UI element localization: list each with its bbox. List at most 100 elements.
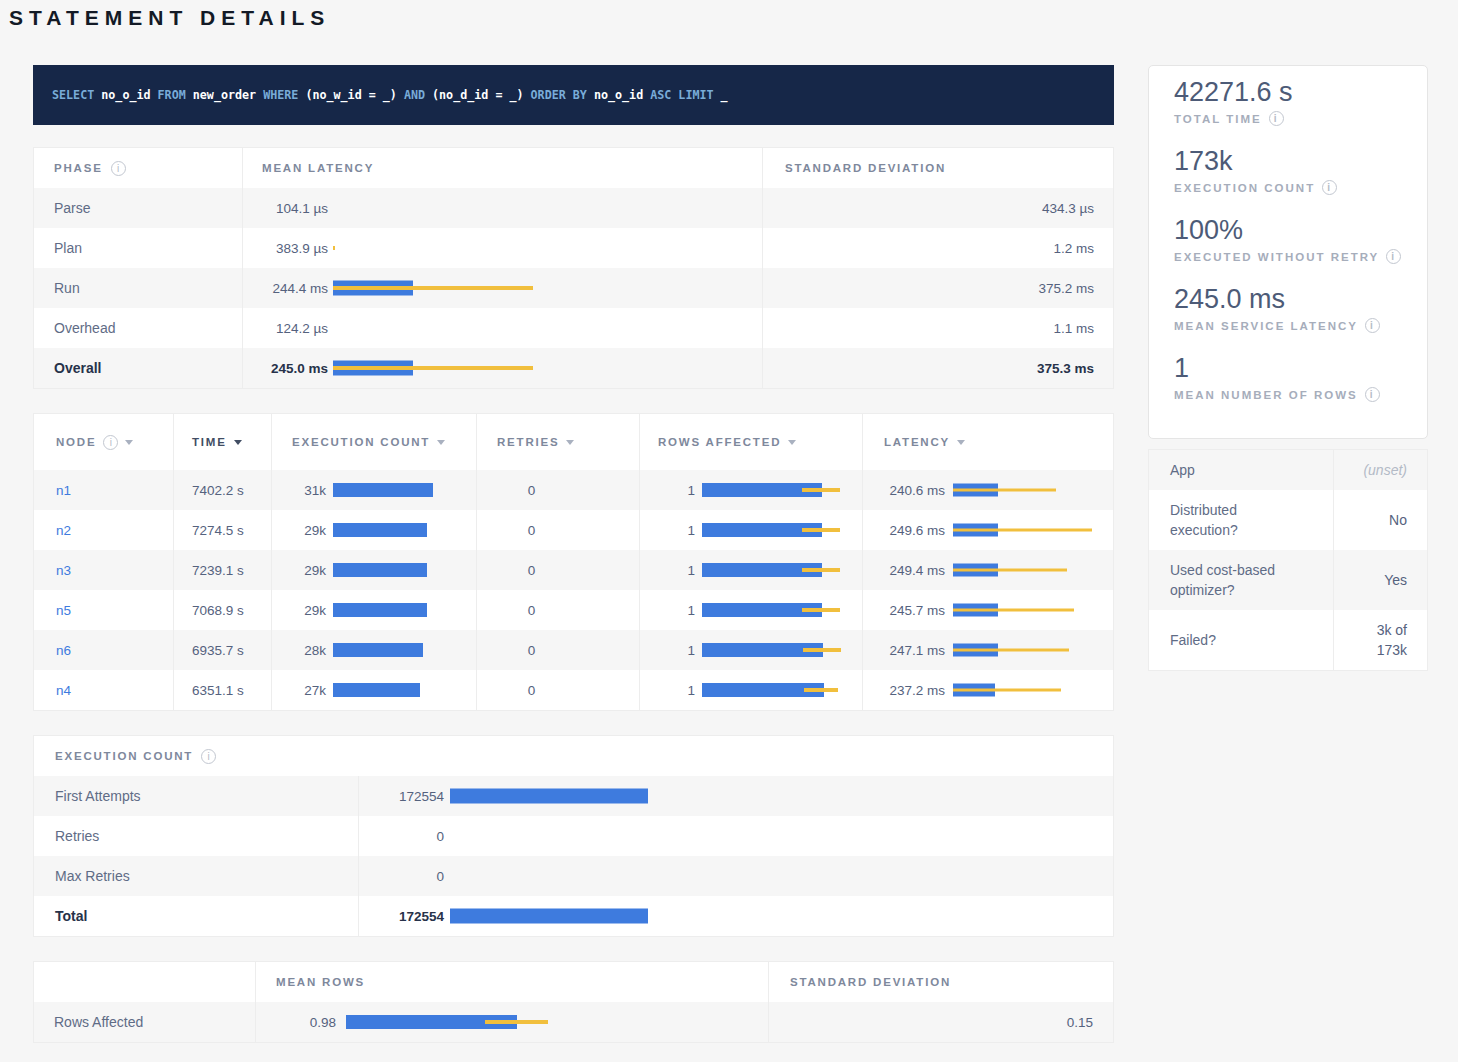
mean-latency-bar	[333, 201, 543, 216]
stddev-header-cell[interactable]: STANDARD DEVIATION	[763, 148, 1113, 188]
rows-affected-label: Rows Affected	[54, 1014, 143, 1030]
time-header-cell[interactable]: TIME	[174, 414, 272, 470]
sql-keyword: ASC LIMIT	[643, 88, 720, 102]
details-value: No	[1389, 510, 1407, 530]
summary-stat-label-text: TOTAL TIME	[1174, 113, 1262, 125]
execution-count-bar	[333, 563, 441, 577]
info-icon[interactable]: i	[103, 435, 118, 450]
rows-affected-cell: 1	[640, 470, 863, 510]
latency-header-label: LATENCY	[884, 436, 950, 448]
node-link[interactable]: n5	[56, 603, 71, 618]
node-link[interactable]: n6	[56, 643, 71, 658]
execution-count-bar	[333, 643, 441, 657]
sql-identifier: (no_d_id = _)	[432, 88, 523, 102]
stddev-value: 375.3 ms	[1037, 361, 1094, 376]
node-link[interactable]: n1	[56, 483, 71, 498]
info-icon[interactable]: i	[201, 749, 216, 764]
retries-value: 0	[528, 603, 536, 618]
table-row: Total172554	[34, 896, 1113, 936]
retries-header-label: RETRIES	[497, 436, 559, 448]
latency-header-cell[interactable]: LATENCY	[863, 414, 1113, 470]
retries-header-cell[interactable]: RETRIES	[477, 414, 640, 470]
attempt-count-bar	[450, 909, 660, 924]
summary-stat-label-text: MEAN SERVICE LATENCY	[1174, 320, 1358, 332]
node-header-cell[interactable]: NODEi	[34, 414, 174, 470]
node-cell: n4	[34, 670, 174, 710]
table-row: n17402.2 s31k01240.6 ms	[34, 470, 1113, 510]
rows-affected-bar	[702, 683, 862, 697]
execution-count-value: 29k	[272, 523, 326, 538]
phase-cell: Parse	[34, 188, 243, 228]
node-link[interactable]: n3	[56, 563, 71, 578]
bar-blue	[450, 909, 648, 924]
sql-statement-box: SELECT no_o_id FROM new_order WHERE (no_…	[33, 65, 1114, 125]
rows-affected-header-cell[interactable]: ROWS AFFECTED	[640, 414, 863, 470]
sql-identifier: no_o_id	[101, 88, 150, 102]
phase-label: Overall	[54, 360, 101, 376]
mean-latency-header-cell[interactable]: MEAN LATENCY	[243, 148, 763, 188]
info-icon[interactable]: i	[1365, 318, 1380, 333]
time-value: 6351.1 s	[192, 683, 244, 698]
bar-blue	[333, 683, 420, 697]
rows-stddev-value: 0.15	[1067, 1015, 1093, 1030]
attempt-count-cell: 0	[359, 816, 1113, 856]
mean-rows-cell: 0.98	[256, 1002, 769, 1042]
execution-count-table-header-label: EXECUTION COUNT	[55, 750, 193, 762]
bar-blue	[333, 603, 427, 617]
details-row: Distributed execution?No	[1149, 490, 1427, 550]
bar-orange	[802, 528, 840, 532]
stddev-cell: 375.3 ms	[763, 348, 1113, 388]
details-row: Failed?3k of 173k	[1149, 610, 1427, 670]
phase-header-cell[interactable]: PHASE i	[34, 148, 243, 188]
time-cell: 7068.9 s	[174, 590, 272, 630]
rows-affected-label-cell: Rows Affected	[34, 1002, 256, 1042]
summary-stat-label-text: MEAN NUMBER OF ROWS	[1174, 389, 1358, 401]
rows-affected-header-label: ROWS AFFECTED	[658, 436, 781, 448]
info-icon[interactable]: i	[1365, 387, 1380, 402]
phase-label: Run	[54, 280, 80, 296]
rows-affected-value: 1	[640, 683, 695, 698]
attempt-count-value: 0	[359, 869, 444, 884]
latency-cell: 240.6 ms	[863, 470, 1113, 510]
mean-latency-bar	[333, 321, 543, 336]
node-cell: n3	[34, 550, 174, 590]
table-row: n37239.1 s29k01249.4 ms	[34, 550, 1113, 590]
info-icon[interactable]: i	[1269, 111, 1284, 126]
phase-table: PHASEiMEAN LATENCYSTANDARD DEVIATIONPars…	[33, 147, 1114, 389]
details-row: Used cost-based optimizer?Yes	[1149, 550, 1427, 610]
execution-count-bar	[333, 523, 441, 537]
info-icon[interactable]: i	[1386, 249, 1401, 264]
execution-count-header-cell[interactable]: EXECUTION COUNT	[272, 414, 477, 470]
attempt-type-label: Total	[55, 908, 87, 924]
time-value: 7068.9 s	[192, 603, 244, 618]
sort-desc-icon	[788, 440, 796, 445]
time-header-label: TIME	[192, 436, 227, 448]
summary-stat-value: 100%	[1174, 215, 1427, 245]
table-row: n66935.7 s28k01247.1 ms	[34, 630, 1113, 670]
node-table-header: NODEi TIME EXECUTION COUNT RETRIES ROWS AFFE…	[34, 414, 1113, 470]
table-row: Parse104.1 µs434.3 µs	[34, 188, 1113, 228]
node-link[interactable]: n2	[56, 523, 71, 538]
execution-count-bar	[333, 603, 441, 617]
phase-header-label: PHASE	[54, 162, 103, 174]
info-icon[interactable]: i	[1322, 180, 1337, 195]
details-label: App	[1170, 460, 1195, 480]
execution-count-cell: 27k	[272, 670, 477, 710]
details-label-cell: App	[1149, 450, 1334, 490]
details-value: (unset)	[1363, 460, 1407, 480]
summary-stat-label: TOTAL TIME i	[1174, 111, 1427, 126]
rows-affected-bar	[702, 483, 862, 497]
table-row: Max Retries 0	[34, 856, 1113, 896]
sql-keyword: FROM	[151, 88, 193, 102]
execution-count-cell: 29k	[272, 590, 477, 630]
bar-orange	[485, 1020, 548, 1024]
summary-stat: 245.0 msMEAN SERVICE LATENCYi	[1174, 284, 1427, 333]
attempt-type-label: Max Retries	[55, 868, 130, 884]
rows-affected-value: 1	[640, 523, 695, 538]
info-icon[interactable]: i	[111, 161, 126, 176]
time-value: 7274.5 s	[192, 523, 244, 538]
attempt-type-cell: Retries	[34, 816, 359, 856]
time-cell: 6935.7 s	[174, 630, 272, 670]
execution-count-cell: 29k	[272, 550, 477, 590]
node-link[interactable]: n4	[56, 683, 71, 698]
